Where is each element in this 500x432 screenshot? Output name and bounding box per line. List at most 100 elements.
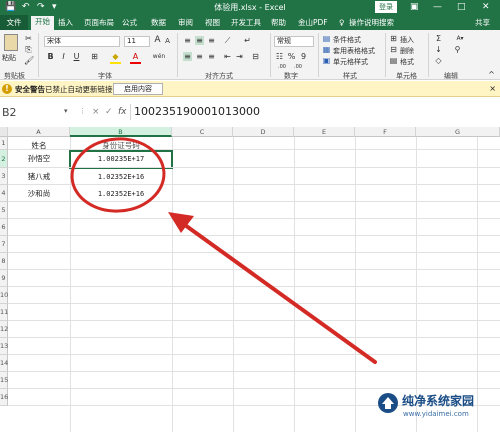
insert-function-icon[interactable]: fx <box>118 107 127 117</box>
delete-cells-button[interactable]: 删除 <box>400 46 414 56</box>
column-header-c[interactable]: C <box>172 127 233 137</box>
fill-color-icon[interactable]: ◆ <box>111 52 120 61</box>
ribbon-display-options-icon[interactable]: ▣ <box>410 1 419 13</box>
collapse-ribbon-icon[interactable]: ^ <box>487 70 496 79</box>
borders-icon[interactable]: ⊞ <box>90 52 99 61</box>
tab-help[interactable]: 帮助 <box>271 17 286 28</box>
wrap-text-icon[interactable]: ↵ <box>243 36 252 45</box>
clear-icon[interactable]: ◇ <box>434 56 443 65</box>
number-format-select[interactable]: 常规 <box>274 36 314 47</box>
paste-icon[interactable] <box>4 34 18 51</box>
worksheet-grid[interactable]: A B C D E F G 1 2 3 4 5 6 7 8 9 10 11 12 13 14 15 16 姓名… <box>0 127 500 432</box>
row-header-7[interactable]: 7 <box>0 236 8 253</box>
format-cells-icon[interactable]: ▤ <box>389 56 398 65</box>
tab-view[interactable]: 视图 <box>205 17 220 28</box>
close-warning-icon[interactable]: × <box>489 84 496 93</box>
close-button[interactable]: ✕ <box>482 1 490 13</box>
row-header-13[interactable]: 13 <box>0 338 8 355</box>
column-header-a[interactable]: A <box>8 127 70 137</box>
column-header-d[interactable]: D <box>233 127 294 137</box>
sort-filter-icon[interactable]: A▾ <box>453 34 467 43</box>
cell-style-icon[interactable]: ▣ <box>322 56 331 65</box>
tab-kingsoft-pdf[interactable]: 金山PDF <box>298 17 328 28</box>
formula-options-icon[interactable]: ⋮ <box>79 107 86 115</box>
align-right-icon[interactable]: ≡ <box>207 52 216 61</box>
find-select-icon[interactable]: ⚲ <box>453 45 462 54</box>
increase-indent-icon[interactable]: ⇥ <box>235 52 244 61</box>
row-header-8[interactable]: 8 <box>0 253 8 270</box>
column-header-g[interactable]: G <box>416 127 500 137</box>
underline-button[interactable]: U <box>72 52 81 61</box>
row-header-3[interactable]: 3 <box>0 168 8 185</box>
cell-a2[interactable]: 孙悟空 <box>8 150 70 168</box>
tab-review[interactable]: 审阅 <box>178 17 193 28</box>
name-box-dropdown-icon[interactable]: ▾ <box>64 107 68 115</box>
comma-style-icon[interactable]: 9 <box>299 52 308 61</box>
cell-styles-button[interactable]: 单元格样式 <box>333 57 368 67</box>
row-header-12[interactable]: 12 <box>0 321 8 338</box>
confirm-icon[interactable]: ✓ <box>105 107 113 117</box>
delete-cells-icon[interactable]: ⊟ <box>389 45 398 54</box>
decrease-indent-icon[interactable]: ⇤ <box>223 52 232 61</box>
column-header-b[interactable]: B <box>70 127 172 137</box>
row-header-5[interactable]: 5 <box>0 202 8 219</box>
cancel-icon[interactable]: × <box>92 107 100 117</box>
tab-developer[interactable]: 开发工具 <box>231 17 261 28</box>
row-header-14[interactable]: 14 <box>0 355 8 372</box>
align-left-icon[interactable]: ≡ <box>183 52 192 61</box>
copy-icon[interactable]: ⎘ <box>24 45 33 54</box>
autosum-icon[interactable]: Σ <box>434 34 443 43</box>
row-header-10[interactable]: 10 <box>0 287 8 304</box>
row-header-2[interactable]: 2 <box>0 150 8 168</box>
formula-content[interactable]: 100235190001013000 <box>134 105 260 119</box>
insert-cells-icon[interactable]: ⊞ <box>389 34 398 43</box>
font-color-icon[interactable]: A <box>131 52 140 61</box>
format-painter-icon[interactable]: 🖌 <box>24 56 34 65</box>
column-header-e[interactable]: E <box>294 127 355 137</box>
tab-page-layout[interactable]: 页面布局 <box>84 17 114 28</box>
row-header-4[interactable]: 4 <box>0 185 8 202</box>
align-center-icon[interactable]: ≡ <box>195 52 204 61</box>
row-header-15[interactable]: 15 <box>0 372 8 389</box>
orientation-icon[interactable]: ⟋ <box>223 36 232 45</box>
format-as-table-button[interactable]: 套用表格格式 <box>333 46 375 56</box>
minimize-button[interactable]: — <box>433 1 442 13</box>
row-header-9[interactable]: 9 <box>0 270 8 287</box>
row-header-1[interactable]: 1 <box>0 137 8 150</box>
row-header-16[interactable]: 16 <box>0 389 8 406</box>
row-header-6[interactable]: 6 <box>0 219 8 236</box>
italic-button[interactable]: I <box>59 52 68 61</box>
share-button[interactable]: 共享 <box>475 17 490 28</box>
tab-file[interactable]: 文件 <box>0 15 28 30</box>
format-cells-button[interactable]: 格式 <box>400 57 414 67</box>
restore-button[interactable]: □ <box>457 1 466 13</box>
percent-style-icon[interactable]: % <box>287 52 296 61</box>
decrease-decimal-icon[interactable]: .00 <box>294 64 302 70</box>
name-box[interactable]: B2 <box>0 105 62 121</box>
tab-data[interactable]: 数据 <box>151 17 166 28</box>
shrink-font-icon[interactable]: A <box>163 37 172 46</box>
bold-button[interactable]: B <box>46 52 55 61</box>
font-name-select[interactable]: 宋体 <box>44 36 120 47</box>
increase-decimal-icon[interactable]: .00 <box>278 64 286 70</box>
insert-cells-button[interactable]: 插入 <box>400 35 414 45</box>
align-middle-icon[interactable]: ≡ <box>195 36 204 45</box>
font-size-select[interactable]: 11 <box>124 36 150 47</box>
conditional-format-button[interactable]: 条件格式 <box>333 35 361 45</box>
row-header-11[interactable]: 11 <box>0 304 8 321</box>
tab-formulas[interactable]: 公式 <box>122 17 137 28</box>
tab-home[interactable]: 开始 <box>31 16 54 30</box>
table-format-icon[interactable]: ▦ <box>322 45 331 54</box>
accounting-format-icon[interactable]: ☷ <box>275 52 284 61</box>
column-header-f[interactable]: F <box>355 127 416 137</box>
login-button[interactable]: 登录 <box>375 1 397 13</box>
fill-icon[interactable]: ↓ <box>434 45 443 54</box>
tab-insert[interactable]: 插入 <box>58 17 73 28</box>
paste-button[interactable]: 粘贴 <box>2 53 16 63</box>
align-bottom-icon[interactable]: ≡ <box>207 36 216 45</box>
align-top-icon[interactable]: ≡ <box>183 36 192 45</box>
merge-center-icon[interactable]: ⊟ <box>251 52 260 61</box>
select-all-corner[interactable] <box>0 127 8 137</box>
conditional-format-icon[interactable]: ▤ <box>322 34 331 43</box>
phonetic-icon[interactable]: wén <box>152 52 166 61</box>
